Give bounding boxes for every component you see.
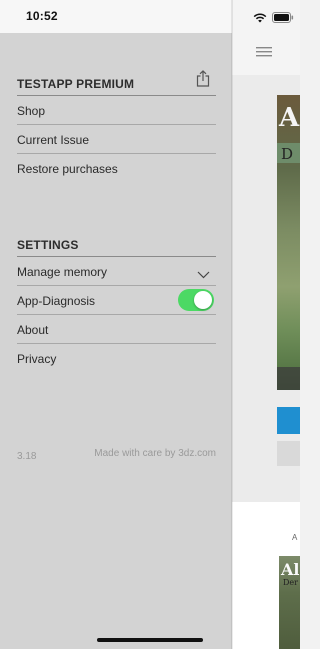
menu-item-label: Privacy — [17, 352, 57, 366]
menu-item-label: About — [17, 323, 49, 337]
section-label: A — [292, 533, 298, 542]
menu-item-label: Restore purchases — [17, 162, 118, 176]
menu-item-label: Shop — [17, 104, 46, 118]
menu-item-manage-memory[interactable]: Manage memory — [17, 257, 216, 286]
hamburger-menu-icon[interactable] — [256, 44, 272, 62]
toggle-knob — [194, 291, 212, 309]
home-indicator[interactable] — [97, 638, 203, 642]
issue-cover-image[interactable]: A D — [277, 95, 300, 390]
status-icons — [253, 10, 294, 28]
primary-action-button[interactable] — [277, 407, 300, 434]
secondary-action-button[interactable] — [277, 441, 300, 466]
cover2-subtitle: Der — [283, 578, 298, 587]
credit-text: Made with care by 3dz.com — [94, 448, 216, 459]
menu-item-label: Current Issue — [17, 133, 90, 147]
issue-cover-thumbnail[interactable]: Al Der — [279, 556, 300, 649]
battery-icon — [272, 10, 294, 28]
menu-item-label: Manage memory — [17, 265, 108, 279]
main-content: A D A Al Der — [232, 0, 300, 649]
side-drawer: TESTAPP PREMIUM Shop Current Issue Resto… — [0, 0, 232, 649]
menu-item-label: App-Diagnosis — [17, 294, 96, 308]
status-time: 10:52 — [26, 9, 58, 23]
menu-item-shop[interactable]: Shop — [17, 96, 216, 125]
menu-item-about[interactable]: About — [17, 315, 216, 344]
app-diagnosis-toggle[interactable] — [178, 289, 214, 311]
cover2-title: Al — [281, 560, 300, 579]
chevron-down-icon[interactable] — [197, 266, 210, 284]
share-icon[interactable] — [196, 70, 210, 92]
settings-section-header: SETTINGS — [17, 236, 216, 257]
premium-section-header: TESTAPP PREMIUM — [17, 70, 216, 96]
cover-subtitle: D — [281, 145, 294, 163]
cover-footer — [277, 367, 300, 390]
wifi-icon — [253, 10, 267, 28]
menu-item-current-issue[interactable]: Current Issue — [17, 125, 216, 154]
settings-section-title: SETTINGS — [17, 238, 79, 252]
menu-item-restore-purchases[interactable]: Restore purchases — [17, 154, 216, 182]
menu-item-app-diagnosis: App-Diagnosis — [17, 286, 216, 315]
status-bar: 10:52 — [0, 0, 300, 32]
cover-title: A — [279, 103, 300, 133]
premium-section-title: TESTAPP PREMIUM — [17, 77, 135, 91]
menu-item-privacy[interactable]: Privacy — [17, 344, 216, 372]
drawer-edge — [231, 0, 233, 649]
app-version: 3.18 — [17, 451, 37, 462]
